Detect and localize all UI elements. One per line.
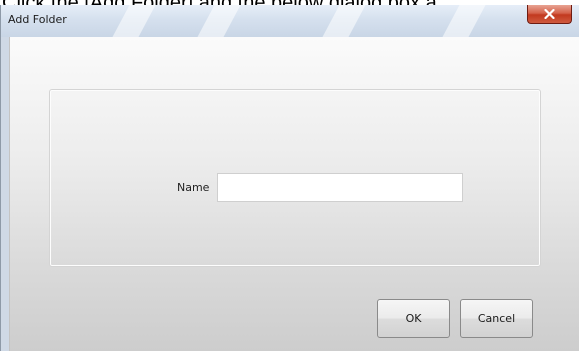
ok-button[interactable]: OK xyxy=(377,299,450,338)
add-folder-dialog: Add Folder Name OK Cancel xyxy=(0,5,579,351)
dialog-title: Add Folder xyxy=(8,13,67,26)
dialog-content: Name OK Cancel xyxy=(9,37,579,351)
titlebar-glass-streak xyxy=(197,5,241,37)
titlebar-glass-streak xyxy=(112,5,156,37)
cancel-button[interactable]: Cancel xyxy=(460,299,533,338)
titlebar-glass-streak xyxy=(442,5,486,37)
titlebar-glass-streak xyxy=(322,5,366,37)
close-icon xyxy=(544,9,555,19)
screenshot: Click the [Add Folder] and the below dia… xyxy=(0,0,579,351)
name-group-panel: Name xyxy=(49,89,541,267)
title-bar[interactable]: Add Folder xyxy=(1,5,579,37)
name-label: Name xyxy=(177,181,210,194)
close-button[interactable] xyxy=(527,5,572,24)
name-input[interactable] xyxy=(217,173,463,202)
